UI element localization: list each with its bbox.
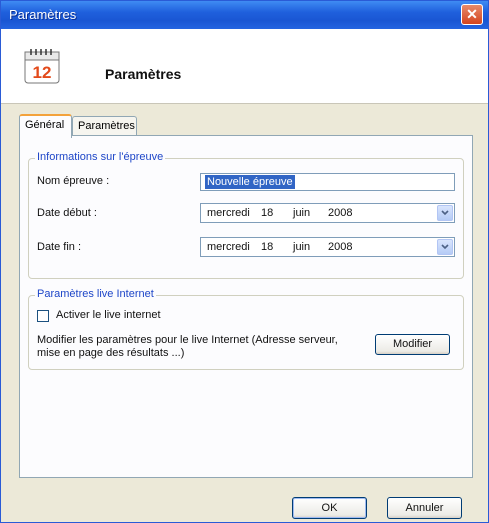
end-weekday: mercredi: [207, 241, 250, 253]
live-internet-checkbox-label: Activer le live internet: [56, 309, 161, 321]
end-date-dropdown-button[interactable]: [437, 239, 453, 255]
tab-general-label: Général: [25, 119, 65, 131]
start-date-picker[interactable]: mercredi 18 juin 2008: [200, 203, 455, 223]
end-day: 18: [261, 241, 274, 253]
calendar-icon: 12: [23, 47, 61, 85]
cancel-button-label: Annuler: [405, 502, 444, 514]
start-date-label: Date début :: [37, 207, 97, 219]
chevron-down-icon: [441, 210, 449, 216]
dialog-header: 12 Paramètres: [1, 29, 488, 104]
event-name-input[interactable]: Nouvelle épreuve: [200, 173, 455, 191]
window-title: Paramètres: [9, 7, 77, 22]
event-info-group: Informations sur l'épreuve Nom épreuve :…: [28, 151, 464, 279]
start-year: 2008: [328, 207, 353, 219]
event-info-legend: Informations sur l'épreuve: [35, 151, 166, 163]
title-bar[interactable]: Paramètres ✕: [1, 1, 488, 29]
general-tab-panel: Informations sur l'épreuve Nom épreuve :…: [19, 135, 473, 478]
ok-button[interactable]: OK: [292, 497, 367, 519]
event-name-label: Nom épreuve :: [37, 175, 110, 187]
end-month: juin: [293, 241, 311, 253]
live-internet-legend: Paramètres live Internet: [35, 288, 156, 300]
tab-parametres[interactable]: Paramètres: [72, 116, 137, 137]
live-description-line2: mise en page des résultats ...): [37, 347, 185, 359]
parametres-dialog: Paramètres ✕ 12 Paramètres Général Param…: [0, 0, 489, 523]
event-name-value: Nouvelle épreuve: [205, 175, 295, 189]
header-title: Paramètres: [105, 66, 182, 82]
calendar-number: 12: [33, 63, 52, 82]
start-day: 18: [261, 207, 274, 219]
chevron-down-icon: [441, 244, 449, 250]
live-internet-group: Paramètres live Internet Activer le live…: [28, 288, 464, 370]
live-description-line1: Modifier les paramètres pour le live Int…: [37, 334, 338, 346]
end-year: 2008: [328, 241, 353, 253]
end-date-label: Date fin :: [37, 241, 82, 253]
start-month: juin: [293, 207, 311, 219]
ok-button-label: OK: [321, 502, 338, 514]
modify-button-label: Modifier: [392, 338, 433, 350]
close-icon: ✕: [466, 6, 478, 22]
tab-parametres-label: Paramètres: [78, 120, 135, 132]
cancel-button[interactable]: Annuler: [387, 497, 462, 519]
start-date-dropdown-button[interactable]: [437, 205, 453, 221]
live-internet-checkbox[interactable]: [37, 310, 49, 322]
tab-general[interactable]: Général: [19, 114, 72, 138]
close-button[interactable]: ✕: [461, 4, 483, 25]
start-weekday: mercredi: [207, 207, 250, 219]
end-date-picker[interactable]: mercredi 18 juin 2008: [200, 237, 455, 257]
modify-button[interactable]: Modifier: [375, 334, 450, 355]
